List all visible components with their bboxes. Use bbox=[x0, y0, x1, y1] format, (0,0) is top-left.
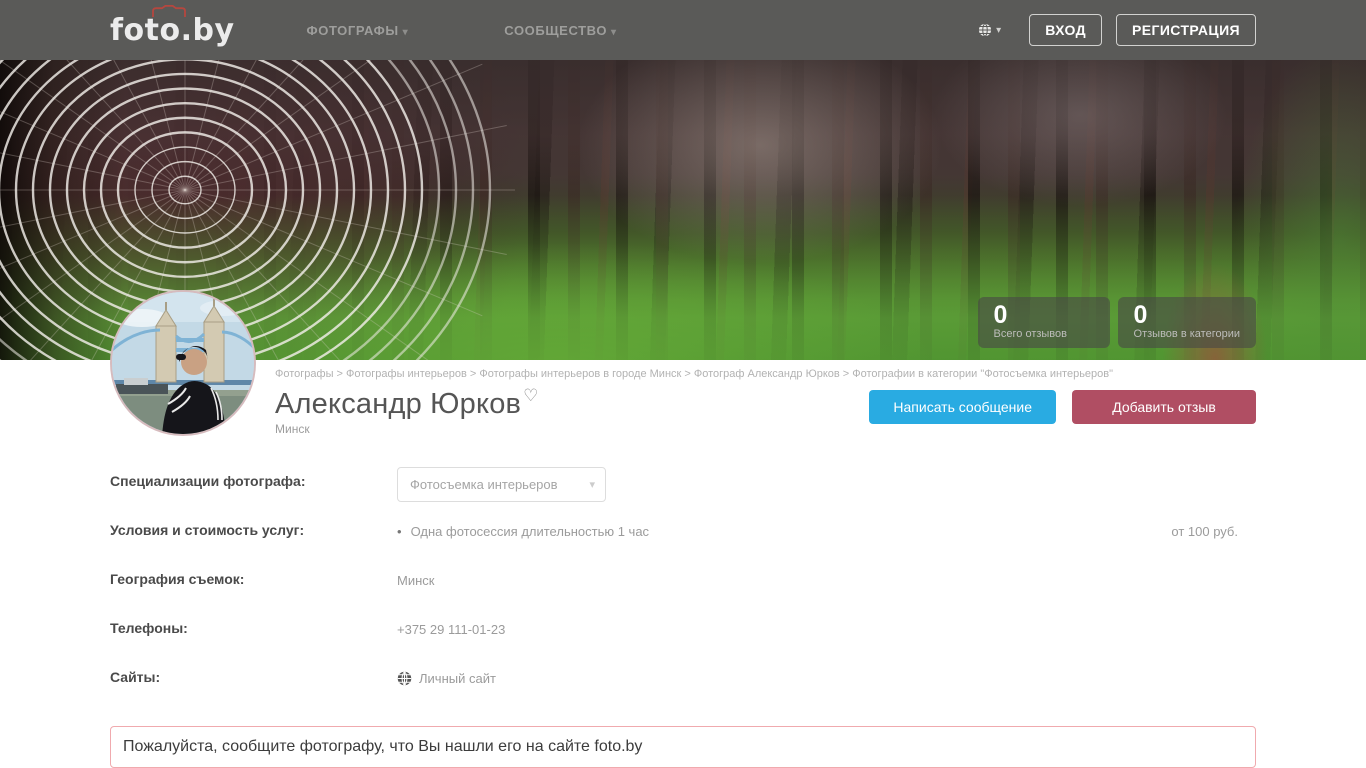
site-logo[interactable]: foto.by bbox=[110, 4, 235, 48]
geography-value: Минск bbox=[397, 573, 435, 588]
phones-label: Телефоны: bbox=[110, 620, 188, 636]
sites-label: Сайты: bbox=[110, 669, 161, 685]
review-stats: 0 Всего отзывов 0 Отзывов в категории bbox=[977, 297, 1256, 348]
register-button[interactable]: РЕГИСТРАЦИЯ bbox=[1116, 14, 1256, 46]
pricing-item-text: Одна фотосессия длительностью 1 час bbox=[410, 524, 650, 539]
personal-site-link[interactable]: Личный сайт bbox=[397, 671, 1256, 686]
photographer-city: Минск bbox=[275, 422, 310, 436]
phone-number: +375 29 111-01-23 bbox=[397, 622, 506, 637]
top-navbar: foto.by ФОТОГРАФЫ ▾ СООБЩЕСТВО ▾ ▾ ВХОД … bbox=[0, 0, 1366, 60]
favorite-heart-icon[interactable]: ♡ bbox=[523, 387, 538, 404]
globe-icon bbox=[397, 671, 412, 686]
nav-item-community-label: СООБЩЕСТВО bbox=[504, 22, 608, 38]
avatar[interactable] bbox=[110, 290, 256, 436]
notice-banner: Пожалуйста, сообщите фотографу, что Вы н… bbox=[110, 726, 1256, 768]
nav-item-photographers-label: ФОТОГРАФЫ bbox=[306, 22, 399, 38]
chevron-down-icon: ▾ bbox=[589, 479, 595, 491]
nav-item-photographers[interactable]: ФОТОГРАФЫ ▾ bbox=[307, 23, 409, 38]
pricing-label: Условия и стоимость услуг: bbox=[110, 522, 305, 538]
page-title: Александр Юрков ♡ bbox=[275, 387, 539, 420]
specialization-select[interactable]: Фотосъемка интерьеров ▾ bbox=[397, 467, 606, 502]
globe-icon bbox=[978, 22, 993, 38]
stat-total-reviews-label: Всего отзывов bbox=[993, 328, 1067, 340]
language-selector[interactable]: ▾ bbox=[977, 22, 1001, 38]
stat-category-reviews: 0 Отзывов в категории bbox=[1117, 297, 1256, 348]
stat-category-reviews-value: 0 bbox=[1133, 301, 1148, 329]
camera-icon bbox=[152, 4, 186, 17]
site-logo-text: foto.by bbox=[110, 12, 235, 48]
geography-label: География съемок: bbox=[110, 571, 245, 587]
avatar-photo bbox=[112, 292, 254, 434]
photographer-name: Александр Юрков bbox=[275, 388, 522, 420]
nav-item-community[interactable]: СООБЩЕСТВО ▾ bbox=[504, 23, 616, 38]
profile-details: Специализации фотографа: Фотосъемка инте… bbox=[110, 467, 1256, 768]
spiderweb-cover-art bbox=[0, 60, 515, 360]
pricing-price: от 100 руб. bbox=[1171, 524, 1238, 539]
chevron-down-icon: ▾ bbox=[996, 24, 1002, 36]
personal-site-label: Личный сайт bbox=[419, 671, 496, 686]
stat-category-reviews-label: Отзывов в категории bbox=[1133, 328, 1240, 340]
stat-total-reviews-value: 0 bbox=[993, 301, 1008, 329]
breadcrumb[interactable]: Фотографы > Фотографы интерьеров > Фотог… bbox=[275, 368, 1256, 381]
specialization-select-value: Фотосъемка интерьеров bbox=[410, 477, 558, 492]
bullet-icon: • bbox=[397, 524, 402, 539]
chevron-down-icon: ▾ bbox=[611, 26, 617, 38]
stat-total-reviews: 0 Всего отзывов bbox=[977, 297, 1110, 348]
add-review-button[interactable]: Добавить отзыв bbox=[1072, 390, 1256, 424]
login-button[interactable]: ВХОД bbox=[1029, 14, 1103, 46]
send-message-button[interactable]: Написать сообщение bbox=[869, 390, 1056, 424]
specializations-label: Специализации фотографа: bbox=[110, 473, 306, 489]
chevron-down-icon: ▾ bbox=[402, 26, 409, 38]
